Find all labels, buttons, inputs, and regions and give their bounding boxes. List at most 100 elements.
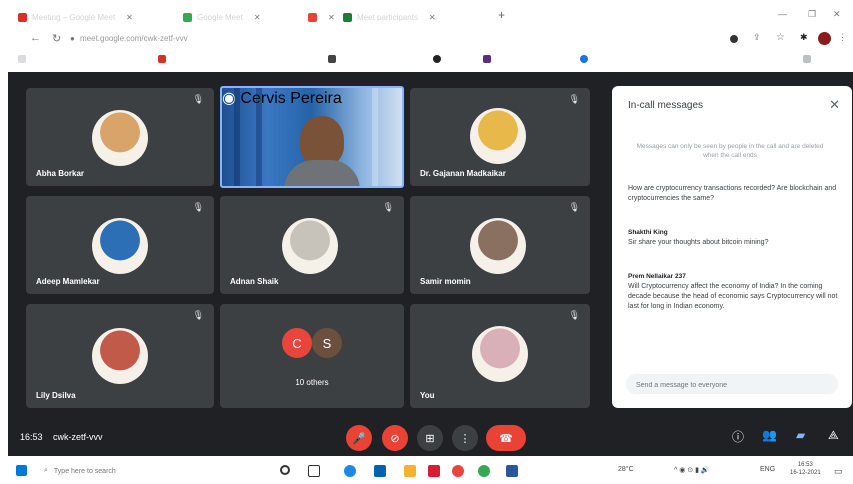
- taskbar-search[interactable]: ⌕ Type here to search: [44, 463, 244, 479]
- close-tab-icon[interactable]: ✕: [126, 13, 133, 22]
- close-tab-icon[interactable]: ✕: [328, 13, 335, 22]
- mic-muted-icon: 🎙: [568, 310, 580, 320]
- taskbar-app-icon[interactable]: [452, 465, 464, 477]
- bookmark-favicon-icon: [580, 55, 588, 63]
- edge-icon[interactable]: [344, 465, 356, 477]
- others-label: 10 others: [295, 378, 329, 387]
- reading-list-icon: [803, 55, 811, 63]
- self-tile[interactable]: 🎙 You: [410, 304, 590, 408]
- store-icon[interactable]: [374, 465, 386, 477]
- close-window-icon[interactable]: ✕: [833, 9, 841, 20]
- leave-call-button[interactable]: ☎: [486, 425, 526, 451]
- mic-off-icon: 🎤: [352, 432, 366, 445]
- taskbar-app-icon[interactable]: [428, 465, 440, 477]
- hang-up-icon: ☎: [499, 432, 513, 445]
- share-icon[interactable]: ⇪: [753, 32, 761, 43]
- bookmark-item[interactable]: [18, 55, 26, 63]
- lock-icon: ●: [70, 34, 75, 43]
- active-speaker-tile[interactable]: ◉ Cervis Pereira: [220, 86, 404, 188]
- cortana-icon[interactable]: [280, 465, 290, 475]
- input-language[interactable]: ENG: [760, 466, 775, 473]
- present-button[interactable]: ⊞: [417, 425, 443, 451]
- address-bar: ← ↻ ● meet.google.com/cwk-zetf-vvv ⇪ ☆ ✱…: [8, 30, 848, 50]
- participant-tile[interactable]: 🎙 Lily Dsilva: [26, 304, 214, 408]
- chat-message: Shakthi King Sir share your thoughts abo…: [628, 228, 842, 248]
- maximize-icon[interactable]: ❐: [808, 9, 816, 20]
- people-icon[interactable]: 👥: [762, 428, 777, 442]
- meeting-time: 16:53: [20, 432, 43, 442]
- mic-muted-icon: 🎙: [192, 94, 204, 104]
- speaker-video: [300, 116, 344, 166]
- mic-muted-icon: 🎙: [192, 310, 204, 320]
- participant-name: Samir momin: [420, 277, 471, 286]
- more-options-button[interactable]: ⋮: [452, 425, 478, 451]
- clock-date: 16-12-2021: [790, 470, 821, 476]
- reading-list[interactable]: [803, 55, 811, 63]
- extension-icon[interactable]: [730, 35, 738, 43]
- meeting-code: cwk-zetf-vvv: [53, 432, 103, 442]
- present-screen-icon: ⊞: [425, 432, 435, 445]
- chat-input[interactable]: [626, 375, 838, 396]
- new-tab-button[interactable]: +: [498, 8, 505, 22]
- task-view-icon[interactable]: [308, 465, 320, 477]
- notification-icon[interactable]: ▭: [834, 466, 843, 477]
- profile-avatar[interactable]: [818, 32, 831, 45]
- chrome-icon[interactable]: [478, 465, 490, 477]
- windows-start-icon[interactable]: [16, 465, 27, 476]
- bookmarks-bar: [8, 52, 848, 68]
- others-tile[interactable]: C S 10 others: [220, 304, 404, 408]
- word-icon[interactable]: [506, 465, 518, 477]
- close-tab-icon[interactable]: ✕: [254, 13, 261, 22]
- participant-tile[interactable]: 🎙 Abha Borkar: [26, 88, 214, 186]
- browser-tab[interactable]: ✕: [308, 8, 335, 26]
- back-icon[interactable]: ←: [30, 32, 41, 44]
- browser-tab[interactable]: Google Meet ✕: [183, 8, 261, 26]
- search-icon: ⌕: [44, 467, 48, 474]
- close-icon[interactable]: ✕: [829, 97, 840, 113]
- tab-title: Meeting – Google Meet: [32, 12, 116, 22]
- bookmark-item[interactable]: [433, 55, 441, 63]
- others-avatar: S: [312, 328, 342, 358]
- avatar: [92, 110, 148, 166]
- file-explorer-icon[interactable]: [404, 465, 416, 477]
- close-tab-icon[interactable]: ✕: [429, 13, 436, 22]
- tab-title: Meet participants: [357, 12, 418, 22]
- bookmark-favicon-icon: [483, 55, 491, 63]
- chat-icon[interactable]: ▰: [796, 428, 805, 442]
- menu-icon[interactable]: ⋮: [838, 32, 847, 43]
- bookmark-item[interactable]: [483, 55, 491, 63]
- meeting-time-and-code: 16:53 cwk-zetf-vvv: [20, 432, 103, 442]
- tray-icons[interactable]: ^ ◉ ⊙ ▮ 🔊: [674, 466, 710, 474]
- activities-icon[interactable]: ⟁: [828, 428, 839, 443]
- reload-icon[interactable]: ↻: [52, 32, 61, 45]
- url-field[interactable]: meet.google.com/cwk-zetf-vvv: [80, 34, 188, 43]
- apps-icon: [18, 55, 26, 63]
- bookmark-item[interactable]: [580, 55, 588, 63]
- participant-tile[interactable]: 🎙 Adnan Shaik: [220, 196, 404, 294]
- others-avatar: C: [282, 328, 312, 358]
- tab-favicon-icon: [18, 12, 27, 22]
- bookmark-star-icon[interactable]: ☆: [776, 32, 785, 43]
- avatar: [92, 328, 148, 384]
- browser-tab-active[interactable]: Meet participants ✕: [343, 8, 436, 26]
- chat-title: In-call messages: [628, 100, 704, 111]
- extensions-icon[interactable]: ✱: [800, 32, 808, 43]
- taskbar-clock[interactable]: 16:53 16-12-2021: [790, 461, 821, 477]
- participant-tile[interactable]: 🎙 Dr. Gajanan Madkaikar: [410, 88, 590, 186]
- minimize-icon[interactable]: —: [778, 9, 787, 19]
- camera-toggle-button[interactable]: ⊘: [382, 425, 408, 451]
- bookmark-item[interactable]: [328, 55, 336, 63]
- participant-tile[interactable]: 🎙 Adeep Mamlekar: [26, 196, 214, 294]
- mic-muted-icon: 🎙: [192, 202, 204, 212]
- bookmark-favicon-icon: [433, 55, 441, 63]
- participant-name: Adnan Shaik: [230, 277, 279, 286]
- browser-tab[interactable]: Meeting – Google Meet ✕: [18, 8, 133, 26]
- bookmark-item[interactable]: [158, 55, 166, 63]
- weather-temperature[interactable]: 28°C: [618, 466, 634, 473]
- windows-taskbar: ⌕ Type here to search 28°C ^ ◉ ⊙ ▮ 🔊 ENG…: [8, 458, 853, 484]
- tab-favicon-icon: [183, 12, 192, 22]
- mic-toggle-button[interactable]: 🎤: [346, 425, 372, 451]
- speaker-shoulders: [284, 160, 360, 186]
- participant-tile[interactable]: 🎙 Samir momin: [410, 196, 590, 294]
- info-icon[interactable]: ⓘ: [732, 428, 744, 445]
